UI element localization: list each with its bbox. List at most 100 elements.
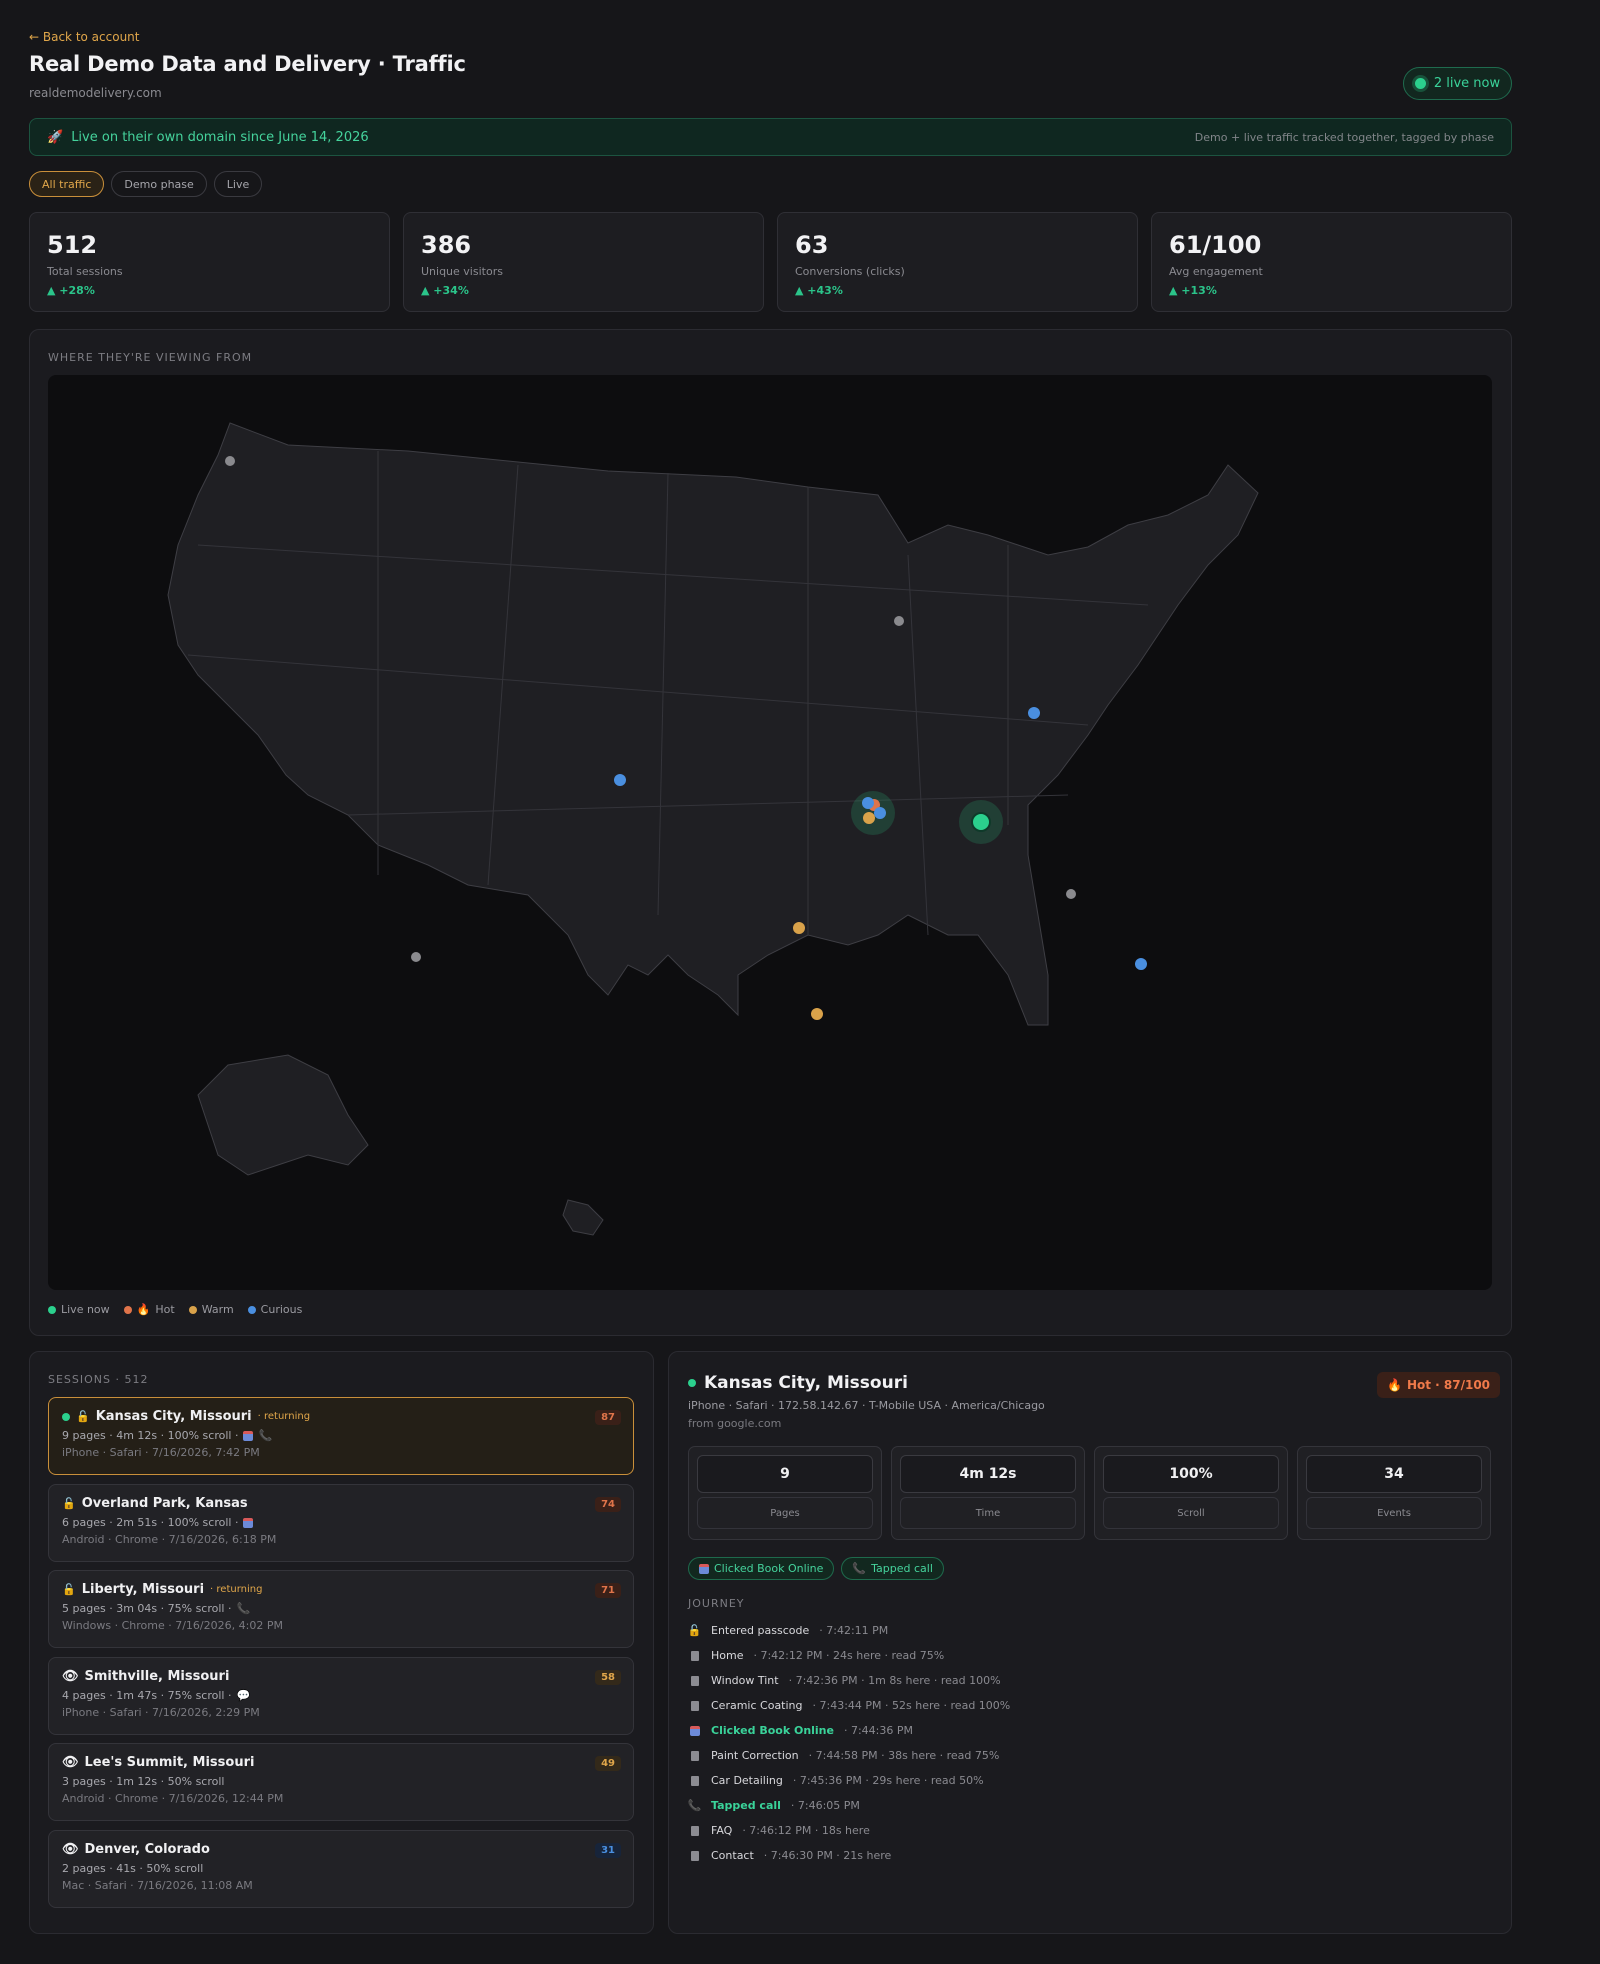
journey-item: Contact · 7:46:30 PM · 21s here bbox=[688, 1843, 1288, 1868]
metric-label: Time bbox=[900, 1497, 1076, 1529]
up-arrow-icon: ▲ bbox=[421, 284, 434, 297]
detail-meta: iPhone · Safari · 172.58.142.67 · T-Mobi… bbox=[688, 1399, 1045, 1412]
metric-label: Events bbox=[1306, 1497, 1482, 1529]
session-card[interactable]: 🔓 Kansas City, Missouri · returning 9 pa… bbox=[48, 1397, 634, 1475]
legend-dot-icon bbox=[247, 1305, 256, 1314]
session-card[interactable]: 🔓 Liberty, Missouri · returning 5 pages … bbox=[48, 1570, 634, 1648]
detail-title: Kansas City, Missouri bbox=[688, 1373, 908, 1393]
eye-icon: 👁 bbox=[62, 1755, 79, 1770]
us-map-svg bbox=[167, 422, 1259, 1236]
stat-delta: ▲ +34% bbox=[421, 284, 469, 297]
back-to-account-link[interactable]: ← Back to account bbox=[29, 30, 139, 44]
session-city: Lee's Summit, Missouri bbox=[84, 1755, 255, 1770]
metric-value: 100% bbox=[1103, 1455, 1279, 1493]
page-icon bbox=[688, 1775, 701, 1786]
metric-card-events: 34 Events bbox=[1297, 1446, 1491, 1540]
eye-icon: 👁 bbox=[62, 1842, 79, 1857]
page-icon bbox=[688, 1650, 701, 1661]
metric-card-scroll: 100% Scroll bbox=[1094, 1446, 1288, 1540]
page-title: Real Demo Data and Delivery · Traffic bbox=[29, 52, 466, 76]
legend-dot-icon bbox=[48, 1305, 56, 1314]
rocket-icon: 🚀 bbox=[47, 129, 64, 145]
journey-item: Home · 7:42:12 PM · 24s here · read 75% bbox=[688, 1643, 1288, 1668]
chip-tapped-call[interactable]: 📞 Tapped call bbox=[841, 1557, 944, 1580]
score-badge: 31 bbox=[595, 1843, 621, 1858]
metric-value: 4m 12s bbox=[900, 1455, 1076, 1493]
filter-live[interactable]: Live bbox=[213, 171, 263, 197]
live-now-badge[interactable]: 2 live now bbox=[1403, 67, 1512, 100]
chat-icon: 💬 bbox=[236, 1689, 251, 1702]
legend-hot: 🔥 Hot bbox=[123, 1303, 175, 1316]
up-arrow-icon: ▲ bbox=[1169, 284, 1182, 297]
live-dot-icon bbox=[62, 1412, 70, 1421]
alaska bbox=[197, 1054, 369, 1176]
page-icon bbox=[688, 1850, 701, 1861]
journey-item: 🔓 Entered passcode · 7:42:11 PM bbox=[687, 1624, 889, 1637]
map-section-label: WHERE THEY'RE VIEWING FROM bbox=[48, 351, 253, 364]
up-arrow-icon: ▲ bbox=[47, 284, 60, 297]
metric-label: Scroll bbox=[1103, 1497, 1279, 1529]
conversion-chips: Clicked Book Online 📞 Tapped call bbox=[688, 1557, 944, 1580]
session-card[interactable]: 🔓 Overland Park, Kansas 6 pages · 2m 51s… bbox=[48, 1484, 634, 1562]
site-domain: realdemodelivery.com bbox=[29, 86, 162, 100]
session-card[interactable]: 👁 Denver, Colorado 2 pages · 41s · 50% s… bbox=[48, 1830, 634, 1908]
metric-value: 34 bbox=[1306, 1455, 1482, 1493]
calendar-icon bbox=[243, 1430, 254, 1441]
page-icon bbox=[688, 1700, 701, 1711]
detail-referrer: from google.com bbox=[688, 1417, 782, 1430]
domain-banner: 🚀 Live on their own domain since June 14… bbox=[29, 118, 1512, 156]
session-device: Windows · Chrome · 7/16/2026, 4:02 PM bbox=[62, 1619, 283, 1632]
metric-card-pages: 9 Pages bbox=[688, 1446, 882, 1540]
session-city: Denver, Colorado bbox=[84, 1842, 210, 1857]
metric-value: 9 bbox=[697, 1455, 873, 1493]
filter-demo-phase[interactable]: Demo phase bbox=[111, 171, 207, 197]
sessions-label: SESSIONS · 512 bbox=[48, 1373, 149, 1386]
session-card[interactable]: 👁 Lee's Summit, Missouri 3 pages · 1m 12… bbox=[48, 1743, 634, 1821]
session-device: iPhone · Safari · 7/16/2026, 2:29 PM bbox=[62, 1706, 260, 1719]
legend-dot-icon bbox=[188, 1305, 197, 1314]
fire-icon: 🔥 bbox=[1387, 1378, 1402, 1392]
legend-dot-icon bbox=[123, 1305, 132, 1314]
score-badge: 87 bbox=[595, 1410, 621, 1425]
traffic-filter-group: All traffic Demo phase Live bbox=[29, 171, 263, 197]
up-arrow-icon: ▲ bbox=[795, 284, 808, 297]
filter-all-traffic[interactable]: All traffic bbox=[29, 171, 105, 197]
session-city: Liberty, Missouri bbox=[81, 1582, 205, 1597]
returning-tag: · returning bbox=[257, 1411, 311, 1422]
session-device: iPhone · Safari · 7/16/2026, 7:42 PM bbox=[62, 1446, 260, 1459]
returning-tag: · returning bbox=[210, 1584, 263, 1595]
score-badge: 49 bbox=[595, 1756, 621, 1771]
stat-delta: ▲ +43% bbox=[795, 284, 843, 297]
map-legend: Live now 🔥 Hot Warm Curious bbox=[48, 1303, 302, 1316]
phone-icon: 📞 bbox=[852, 1562, 867, 1575]
journey-item: 📞 Tapped call · 7:46:05 PM bbox=[687, 1799, 860, 1812]
session-city: Overland Park, Kansas bbox=[81, 1496, 248, 1511]
stat-card-conversions: 63 Conversions (clicks) ▲ +43% bbox=[777, 212, 1138, 312]
session-stats: 5 pages · 3m 04s · 75% scroll · bbox=[62, 1602, 232, 1615]
score-badge: 74 bbox=[595, 1497, 621, 1512]
legend-warm: Warm bbox=[188, 1303, 234, 1316]
metric-card-time: 4m 12s Time bbox=[891, 1446, 1085, 1540]
session-stats: 4 pages · 1m 47s · 75% scroll · bbox=[62, 1689, 232, 1702]
stat-delta: ▲ +13% bbox=[1169, 284, 1217, 297]
calendar-icon bbox=[699, 1563, 709, 1574]
session-city: Smithville, Missouri bbox=[84, 1669, 230, 1684]
eye-icon: 👁 bbox=[62, 1669, 79, 1684]
unlock-icon: 🔓 bbox=[62, 1497, 76, 1510]
stat-delta: ▲ +28% bbox=[47, 284, 95, 297]
journey-item: Ceramic Coating · 7:43:44 PM · 52s here ·… bbox=[688, 1693, 1288, 1718]
session-stats: 9 pages · 4m 12s · 100% scroll · bbox=[62, 1429, 239, 1442]
chip-clicked-book-online[interactable]: Clicked Book Online bbox=[688, 1557, 835, 1580]
live-dot-icon bbox=[688, 1379, 696, 1387]
unlock-icon: 🔓 bbox=[76, 1410, 90, 1423]
session-card[interactable]: 👁 Smithville, Missouri 4 pages · 1m 47s … bbox=[48, 1657, 634, 1735]
live-dot-icon bbox=[1414, 78, 1426, 89]
us-map[interactable] bbox=[48, 375, 1492, 1290]
journey-item: Window Tint · 7:42:36 PM · 1m 8s here · r… bbox=[688, 1668, 1288, 1693]
phone-icon: 📞 bbox=[236, 1602, 251, 1615]
stat-card-total-sessions: 512 Total sessions ▲ +28% bbox=[29, 212, 390, 312]
score-badge: 58 bbox=[595, 1670, 621, 1685]
stat-value: 61/100 bbox=[1169, 231, 1262, 259]
stat-value: 512 bbox=[47, 231, 98, 259]
hawaii bbox=[562, 1199, 604, 1236]
